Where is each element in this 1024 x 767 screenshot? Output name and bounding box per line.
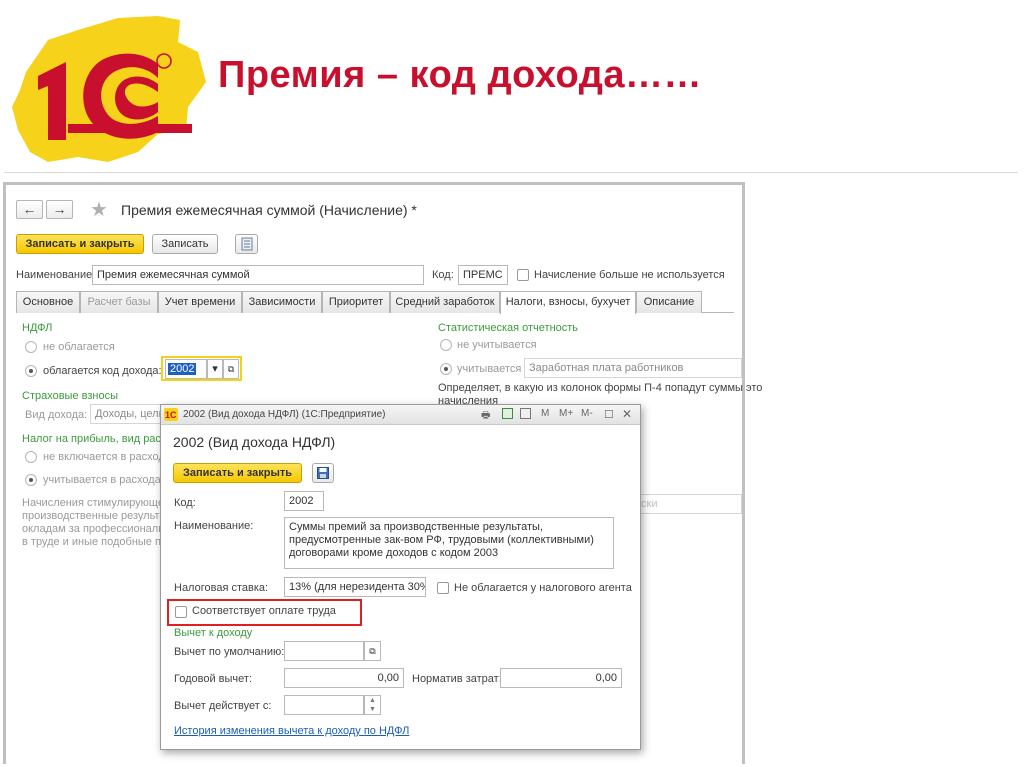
tax-rate-input[interactable]: 13% (для нерезидента 30%) <box>284 577 426 597</box>
name-input[interactable]: Премия ежемесячная суммой <box>92 265 424 285</box>
memory-minus-icon[interactable]: M- <box>581 408 593 419</box>
calendar-icon[interactable] <box>520 408 531 419</box>
spin-buttons-icon[interactable]: ▲ ▼ <box>364 695 381 715</box>
income-type-dialog: 1С 2002 (Вид дохода НДФЛ) (1С:Предприяти… <box>160 404 641 750</box>
form-title: Премия ежемесячная суммой (Начисление) * <box>121 202 417 218</box>
valid-from-input[interactable] <box>284 695 364 715</box>
dialog-header: 2002 (Вид дохода НДФЛ) <box>173 434 336 450</box>
dialog-code-label: Код: <box>174 497 196 509</box>
code-label: Код: <box>432 269 454 281</box>
1c-logo <box>8 12 213 172</box>
dialog-titlebar: 1С 2002 (Вид дохода НДФЛ) (1С:Предприяти… <box>161 405 640 425</box>
back-button[interactable]: ← <box>16 200 43 219</box>
ndfl-not-taxed-label: не облагается <box>43 341 115 353</box>
save-button[interactable]: Записать <box>152 234 218 254</box>
forward-button[interactable]: → <box>46 200 73 219</box>
stats-not-counted-radio[interactable] <box>440 339 452 351</box>
close-icon[interactable]: ✕ <box>622 407 632 421</box>
income-code-input[interactable]: 2002 <box>165 359 207 379</box>
annual-deduction-label: Годовой вычет: <box>174 673 252 685</box>
stats-counted-label: учитывается <box>457 363 522 375</box>
tab-description[interactable]: Описание <box>636 291 702 313</box>
stats-counted-radio[interactable] <box>440 363 452 375</box>
insurance-income-type-input[interactable]: Доходы, цели <box>90 404 170 424</box>
memory-icon[interactable]: M <box>541 408 549 419</box>
tab-time-accounting[interactable]: Учет времени <box>158 291 242 313</box>
tax-rate-label: Налоговая ставка: <box>174 582 269 594</box>
cost-norm-input[interactable]: 0,00 <box>500 668 622 688</box>
restore-window-icon[interactable]: ☐ <box>604 408 614 421</box>
save-and-close-button[interactable]: Записать и закрыть <box>16 234 144 254</box>
not-taxed-agent-label: Не облагается у налогового агента <box>454 582 632 594</box>
dialog-name-label: Наименование: <box>174 520 254 532</box>
dialog-window-title: 2002 (Вид дохода НДФЛ) (1С:Предприятие) <box>183 409 386 420</box>
profit-not-included-label: не включается в расход <box>43 451 165 463</box>
tab-main[interactable]: Основное <box>16 291 80 313</box>
tab-priority[interactable]: Приоритет <box>322 291 390 313</box>
stats-note-line: Определяет, в какую из колонок формы П-4… <box>438 382 763 394</box>
cost-norm-label: Норматив затрат: <box>412 673 502 685</box>
slide-title: Премия – код дохода…… <box>218 54 702 96</box>
not-used-checkbox[interactable] <box>517 269 529 281</box>
description-line: окладам за профессиональ <box>22 523 164 535</box>
dialog-name-input[interactable]: Суммы премий за производственные результ… <box>284 517 614 569</box>
profit-included-radio[interactable] <box>25 474 37 486</box>
default-deduction-input[interactable] <box>284 641 364 661</box>
stats-not-counted-label: не учитывается <box>457 339 537 351</box>
ndfl-not-taxed-radio[interactable] <box>25 341 37 353</box>
deduction-history-link[interactable]: История изменения вычета к доходу по НДФ… <box>174 725 409 737</box>
dialog-code-input[interactable]: 2002 <box>284 491 324 511</box>
ndfl-taxed-radio[interactable] <box>25 365 37 377</box>
profit-not-included-radio[interactable] <box>25 451 37 463</box>
description-line: производственные результа <box>22 510 166 522</box>
description-line: Начисления стимулирующе <box>22 497 164 509</box>
open-link-icon[interactable]: ⧉ <box>364 641 381 661</box>
tab-average-earnings[interactable]: Средний заработок <box>390 291 500 313</box>
dialog-name-line: Суммы премий за производственные результ… <box>289 521 543 533</box>
save-disk-icon[interactable] <box>312 463 334 483</box>
1c-small-logo-icon: 1С <box>164 408 178 421</box>
ndfl-section-header: НДФЛ <box>22 322 53 334</box>
annual-deduction-input[interactable]: 0,00 <box>284 668 404 688</box>
code-input[interactable]: ПРЕМС <box>458 265 508 285</box>
deduction-section-header: Вычет к доходу <box>174 627 253 639</box>
document-list-icon[interactable] <box>235 234 258 254</box>
insurance-section-header: Страховые взносы <box>22 390 118 402</box>
stats-section-header: Статистическая отчетность <box>438 322 579 334</box>
tab-dependencies[interactable]: Зависимости <box>242 291 322 313</box>
spreadsheet-icon[interactable] <box>502 408 513 419</box>
insurance-income-type-label: Вид дохода: <box>25 409 88 421</box>
name-label: Наименование: <box>16 269 96 281</box>
open-link-icon[interactable]: ⧉ <box>223 359 239 379</box>
description-line: в труде и иные подобные по <box>22 536 168 548</box>
income-code-value: 2002 <box>168 363 197 375</box>
favorite-star-icon[interactable]: ★ <box>90 197 108 222</box>
form-tabs: Основное Расчет базы Учет времени Зависи… <box>16 291 734 314</box>
dialog-save-and-close-button[interactable]: Записать и закрыть <box>173 463 302 483</box>
svg-text:1С: 1С <box>165 410 177 420</box>
ndfl-taxed-label: облагается <box>43 365 100 377</box>
not-taxed-agent-checkbox[interactable] <box>437 582 449 594</box>
profit-tax-section-header: Налог на прибыль, вид расх <box>22 433 167 445</box>
print-icon[interactable]: 🖶 <box>481 408 490 425</box>
stats-counted-input[interactable]: Заработная плата работников <box>524 358 742 378</box>
valid-from-label: Вычет действует с: <box>174 700 272 712</box>
profit-included-label: учитывается в расходах <box>43 474 167 486</box>
memory-plus-icon[interactable]: M+ <box>559 408 573 419</box>
tab-base-calculation[interactable]: Расчет базы <box>80 291 158 313</box>
slide-divider <box>4 172 1018 173</box>
income-code-label: код дохода: <box>102 365 162 377</box>
dropdown-arrow-icon[interactable]: ▾ <box>207 359 223 379</box>
dialog-name-line: договорами кроме доходов с кодом 2003 <box>289 547 499 559</box>
tab-taxes-accounting[interactable]: Налоги, взносы, бухучет <box>500 291 636 314</box>
dialog-name-line: предусмотренные зак-вом РФ, трудовыми (к… <box>289 534 594 546</box>
highlight-box <box>167 599 362 626</box>
not-used-label: Начисление больше не используется <box>534 269 725 281</box>
default-deduction-label: Вычет по умолчанию: <box>174 646 285 658</box>
